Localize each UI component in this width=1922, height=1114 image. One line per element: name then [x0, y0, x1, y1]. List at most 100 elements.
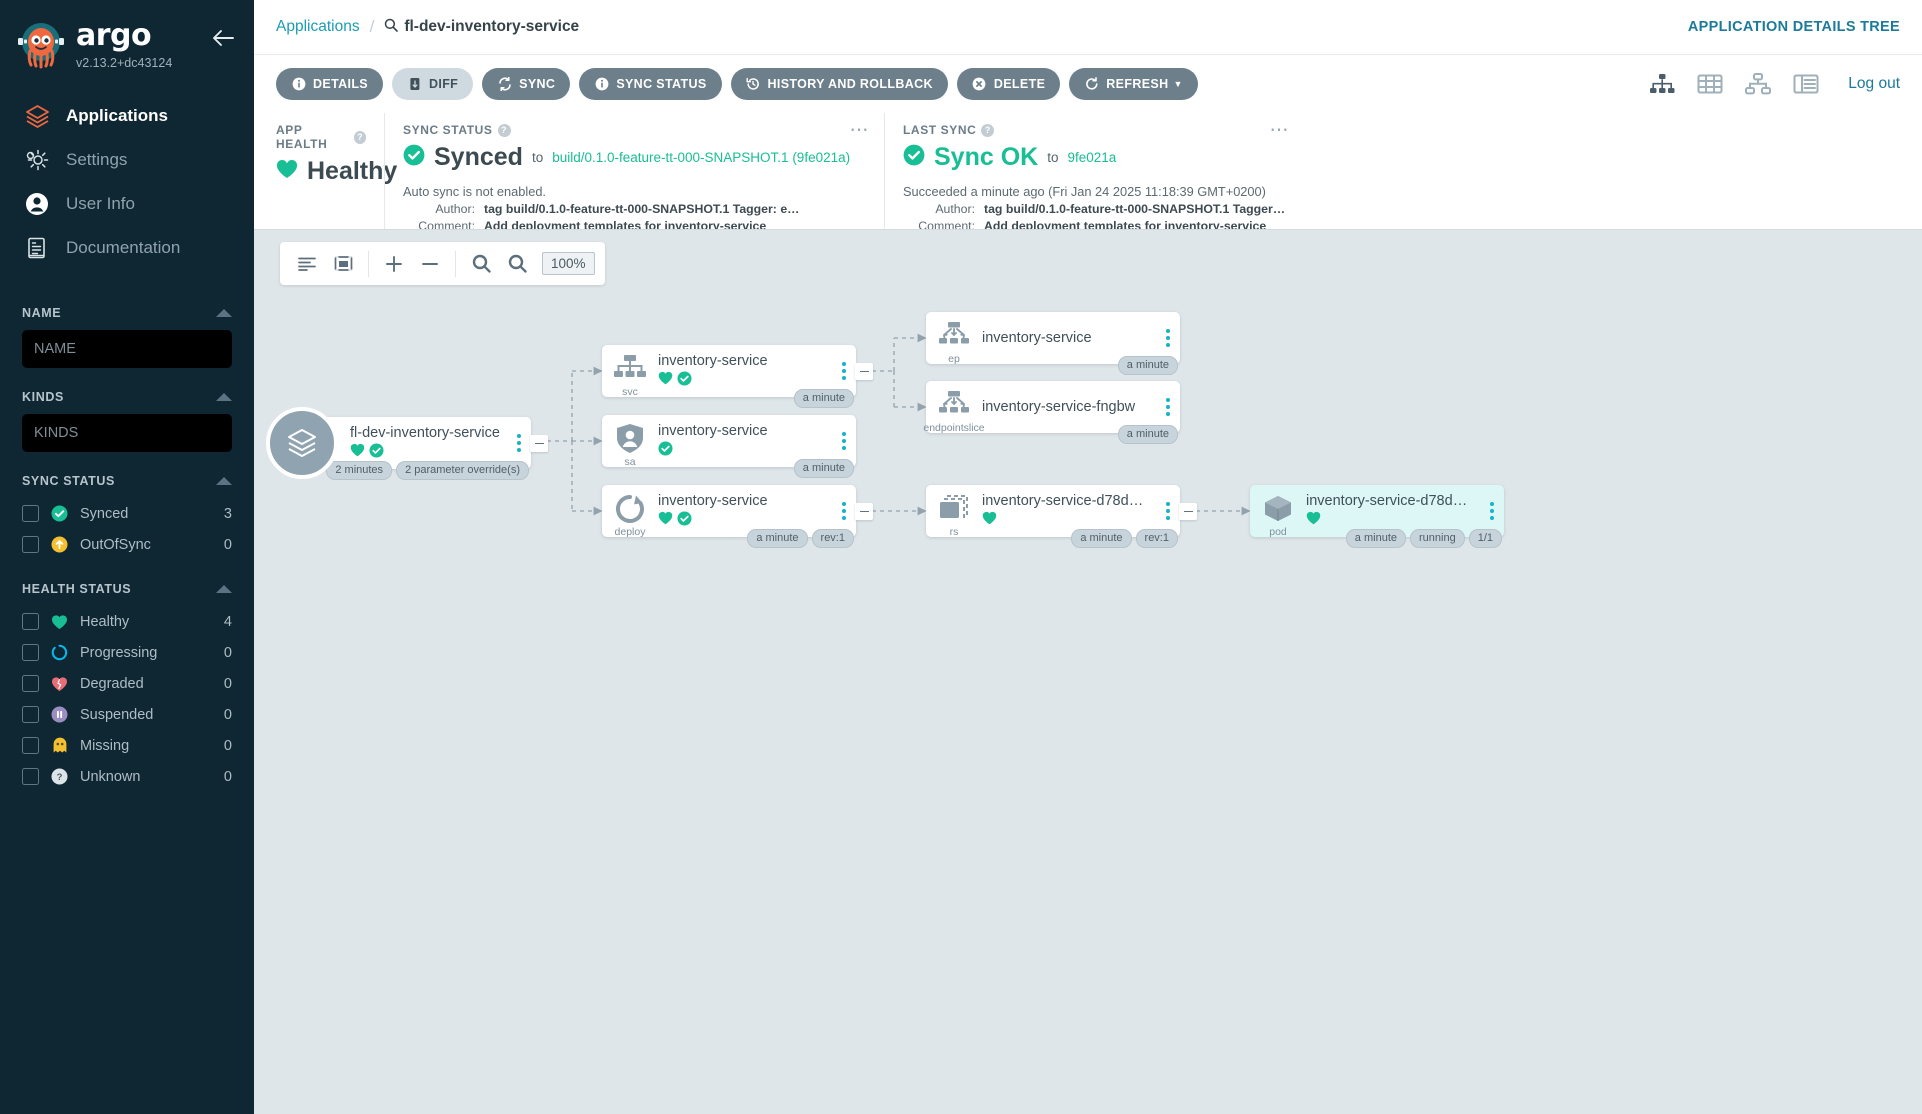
diff-icon	[407, 77, 422, 92]
last-sync-header: LAST SYNC ?	[903, 123, 1286, 137]
checkbox[interactable]	[22, 675, 39, 692]
sync-button[interactable]: SYNC	[482, 68, 571, 100]
button-label: DELETE	[993, 77, 1046, 91]
sidebar-item-user-info[interactable]: User Info	[0, 182, 254, 226]
name-filter-input[interactable]	[22, 330, 232, 368]
zoom-in-icon[interactable]	[464, 247, 498, 281]
checkbox[interactable]	[22, 644, 39, 661]
logout-link[interactable]: Log out	[1848, 75, 1900, 93]
last-sync-title: LAST SYNC	[903, 123, 977, 137]
sync-status-button[interactable]: SYNC STATUS	[579, 68, 722, 100]
last-sync-revision[interactable]: 9fe021a	[1067, 150, 1116, 165]
help-icon[interactable]: ?	[497, 123, 511, 137]
filter-section-kinds-header[interactable]: KINDS	[22, 390, 232, 404]
node-kebab-menu[interactable]	[1156, 502, 1180, 520]
filter-healthy[interactable]: Healthy 4	[22, 606, 232, 637]
zoom-out-icon[interactable]	[500, 247, 534, 281]
zoom-level-input[interactable]: 100%	[542, 252, 595, 275]
filter-missing[interactable]: Missing 0	[22, 730, 232, 761]
filter-section-name-title: NAME	[22, 306, 62, 320]
node-collapse-toggle[interactable]	[530, 435, 548, 452]
tree-node-application[interactable]: fl-dev-inventory-service 2 minutes 2 par	[266, 407, 548, 480]
breadcrumb-separator: /	[369, 17, 375, 36]
chevron-up-icon	[216, 309, 232, 317]
sidebar: argo v2.13.2+dc43124 Applications Settin…	[0, 0, 254, 1114]
node-kebab-menu[interactable]	[1480, 502, 1504, 520]
tree-node-ep[interactable]: ep inventory-service a minute	[926, 312, 1180, 375]
node-kebab-menu[interactable]	[507, 434, 531, 452]
tree-node-sa[interactable]: sa inventory-service a minute	[602, 415, 856, 478]
node-tag: a minute	[793, 388, 854, 408]
minus-icon[interactable]	[413, 247, 447, 281]
endpoints-icon: ep	[926, 312, 982, 365]
last-sync-menu-button[interactable]: ⋯	[1270, 121, 1291, 140]
button-label: HISTORY AND ROLLBACK	[767, 77, 933, 91]
network-view-icon[interactable]	[1741, 69, 1775, 99]
checkbox[interactable]	[22, 706, 39, 723]
node-body: inventory-service	[658, 423, 832, 459]
sidebar-item-documentation[interactable]: Documentation	[0, 226, 254, 270]
tree-node-endpointslice[interactable]: endpointslice inventory-service-fngbw a …	[923, 381, 1180, 444]
filter-degraded[interactable]: Degraded 0	[22, 668, 232, 699]
node-kebab-menu[interactable]	[1156, 329, 1180, 347]
sidebar-item-settings[interactable]: Settings	[0, 138, 254, 182]
node-kebab-menu[interactable]	[1156, 398, 1180, 416]
tree-node-deploy[interactable]: deploy inventory-service a minute rev:1	[602, 485, 873, 548]
plus-icon[interactable]	[377, 247, 411, 281]
sync-status-revision[interactable]: build/0.1.0-feature-tt-000-SNAPSHOT.1 (9…	[552, 150, 850, 165]
author-value: tag build/0.1.0-feature-tt-000-SNAPSHOT.…	[984, 202, 1286, 216]
checkbox[interactable]	[22, 768, 39, 785]
node-collapse-toggle[interactable]	[855, 363, 873, 380]
node-kebab-menu[interactable]	[832, 432, 856, 450]
list-view-icon[interactable]	[1789, 69, 1823, 99]
diff-button[interactable]: DIFF	[392, 68, 474, 100]
app-health-card: APP HEALTH ? Healthy	[276, 113, 397, 229]
refresh-icon	[1084, 77, 1099, 92]
svg-text:?: ?	[57, 772, 63, 783]
tree-node-pod[interactable]: pod inventory-service-d78d5fcf7-v… a min…	[1250, 485, 1504, 548]
sync-status-to-label: to	[531, 150, 544, 165]
node-collapse-toggle[interactable]	[1179, 503, 1197, 520]
heart-icon	[982, 511, 997, 530]
fit-to-screen-icon[interactable]	[326, 247, 360, 281]
tree-node-svc[interactable]: svc inventory-service a minute	[602, 345, 873, 408]
tree-node-rs[interactable]: rs inventory-service-d78d5fcf7 a minute …	[926, 485, 1197, 548]
node-kebab-menu[interactable]	[832, 362, 856, 380]
help-icon[interactable]: ?	[354, 130, 366, 144]
node-body: inventory-service-d78d5fcf7	[982, 493, 1156, 529]
checkbox[interactable]	[22, 505, 39, 522]
filter-unknown[interactable]: ? Unknown 0	[22, 761, 232, 792]
node-collapse-toggle[interactable]	[855, 503, 873, 520]
filter-section-sync-status-header[interactable]: SYNC STATUS	[22, 474, 232, 488]
node-kebab-menu[interactable]	[832, 502, 856, 520]
chevron-down-icon: ▼	[1173, 79, 1183, 89]
filter-synced[interactable]: Synced 3	[22, 498, 232, 529]
kinds-filter-input[interactable]	[22, 414, 232, 452]
refresh-button[interactable]: REFRESH ▼	[1069, 68, 1198, 100]
filter-progressing[interactable]: Progressing 0	[22, 637, 232, 668]
collapse-sidebar-button[interactable]	[206, 21, 240, 55]
author-label: Author:	[935, 202, 975, 216]
filter-outofsync[interactable]: OutOfSync 0	[22, 529, 232, 560]
synced-check-icon	[658, 441, 673, 461]
history-and-rollback-button[interactable]: HISTORY AND ROLLBACK	[730, 68, 948, 100]
sidebar-item-applications[interactable]: Applications	[0, 94, 254, 138]
breadcrumb-applications[interactable]: Applications	[276, 18, 360, 36]
tree-view-icon[interactable]	[1645, 69, 1679, 99]
details-button[interactable]: DETAILS	[276, 68, 383, 100]
checkbox[interactable]	[22, 613, 39, 630]
delete-button[interactable]: DELETE	[956, 68, 1061, 100]
align-left-icon[interactable]	[290, 247, 324, 281]
node-tags: a minute rev:1	[747, 528, 854, 548]
resource-tree-canvas[interactable]: 100% fl-dev-inventory-service 2 minutes …	[254, 229, 1922, 1114]
filter-suspended[interactable]: Suspended 0	[22, 699, 232, 730]
checkbox[interactable]	[22, 737, 39, 754]
pods-grid-view-icon[interactable]	[1693, 69, 1727, 99]
help-icon[interactable]: ?	[981, 123, 995, 137]
filter-section-name-header[interactable]: NAME	[22, 306, 232, 320]
sync-status-menu-button[interactable]: ⋯	[850, 121, 871, 140]
filter-section-health-status-header[interactable]: HEALTH STATUS	[22, 582, 232, 596]
sidebar-brand-text: argo v2.13.2+dc43124	[72, 20, 206, 70]
application-details-tree-label[interactable]: APPLICATION DETAILS TREE	[1688, 19, 1900, 35]
checkbox[interactable]	[22, 536, 39, 553]
